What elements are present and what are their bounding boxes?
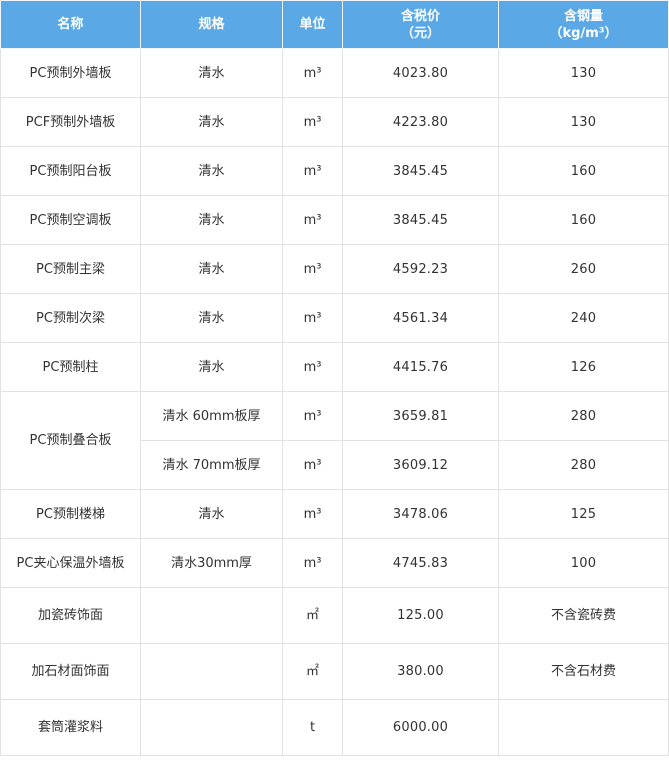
cell-name: PC预制外墙板 <box>0 48 141 98</box>
table-row: PC预制阳台板 清水 m³ 3845.45 160 <box>0 146 669 196</box>
cell-steel: 100 <box>498 538 669 588</box>
cell-steel: 125 <box>498 489 669 539</box>
header-price-title: 含税价 <box>400 8 440 24</box>
cell-spec: 清水 60mm板厚 <box>140 391 283 441</box>
cell-unit: t <box>282 699 343 756</box>
cell-spec <box>140 587 283 644</box>
cell-name: PC预制次梁 <box>0 293 141 343</box>
cell-spec <box>140 643 283 700</box>
cell-price: 6000.00 <box>342 699 499 756</box>
cell-name: PC预制楼梯 <box>0 489 141 539</box>
cell-name-merged: PC预制叠合板 <box>0 391 141 490</box>
table-row: PC预制主梁 清水 m³ 4592.23 260 <box>0 244 669 294</box>
cell-steel: 260 <box>498 244 669 294</box>
cell-price: 4223.80 <box>342 97 499 147</box>
cell-unit: m³ <box>282 538 343 588</box>
cell-price: 4023.80 <box>342 48 499 98</box>
cell-steel: 130 <box>498 48 669 98</box>
table-row: 套筒灌浆料 t 6000.00 <box>0 699 669 756</box>
cell-name: PC预制阳台板 <box>0 146 141 196</box>
table-row: 加石材面饰面 ㎡ 380.00 不含石材费 <box>0 643 669 700</box>
table-row: PC夹心保温外墙板 清水30mm厚 m³ 4745.83 100 <box>0 538 669 588</box>
cell-steel: 不含石材费 <box>498 643 669 700</box>
cell-price: 125.00 <box>342 587 499 644</box>
cell-name: PC预制主梁 <box>0 244 141 294</box>
cell-spec: 清水 <box>140 489 283 539</box>
header-price: 含税价 （元） <box>342 0 499 49</box>
table-row: 加瓷砖饰面 ㎡ 125.00 不含瓷砖费 <box>0 587 669 644</box>
cell-steel: 280 <box>498 440 669 490</box>
cell-steel: 280 <box>498 391 669 441</box>
cell-name: 套筒灌浆料 <box>0 699 141 756</box>
cell-spec: 清水 <box>140 342 283 392</box>
table-row: PCF预制外墙板 清水 m³ 4223.80 130 <box>0 97 669 147</box>
cell-price: 4561.34 <box>342 293 499 343</box>
cell-spec: 清水 <box>140 48 283 98</box>
header-row: 名称 规格 单位 含税价 （元） 含钢量 （kg/m³） <box>0 0 669 49</box>
cell-spec: 清水 <box>140 97 283 147</box>
cell-steel <box>498 699 669 756</box>
cell-unit: m³ <box>282 244 343 294</box>
cell-name: 加瓷砖饰面 <box>0 587 141 644</box>
header-unit: 单位 <box>282 0 343 49</box>
cell-price: 3478.06 <box>342 489 499 539</box>
cell-name: PC夹心保温外墙板 <box>0 538 141 588</box>
table-row: PC预制空调板 清水 m³ 3845.45 160 <box>0 195 669 245</box>
cell-steel: 130 <box>498 97 669 147</box>
cell-unit: m³ <box>282 489 343 539</box>
cell-price: 3659.81 <box>342 391 499 441</box>
header-steel-title: 含钢量 <box>563 8 603 24</box>
cell-price: 3609.12 <box>342 440 499 490</box>
cell-unit: m³ <box>282 391 343 441</box>
table-row: PC预制次梁 清水 m³ 4561.34 240 <box>0 293 669 343</box>
cell-spec: 清水 70mm板厚 <box>140 440 283 490</box>
cell-price: 4415.76 <box>342 342 499 392</box>
cell-steel: 160 <box>498 146 669 196</box>
table-row: PC预制楼梯 清水 m³ 3478.06 125 <box>0 489 669 539</box>
cell-spec: 清水30mm厚 <box>140 538 283 588</box>
table-header: 名称 规格 单位 含税价 （元） 含钢量 （kg/m³） <box>0 0 669 49</box>
cell-unit: m³ <box>282 342 343 392</box>
cell-unit: m³ <box>282 293 343 343</box>
cell-unit: ㎡ <box>282 587 343 644</box>
cell-price: 4745.83 <box>342 538 499 588</box>
cell-price: 380.00 <box>342 643 499 700</box>
header-spec: 规格 <box>140 0 283 49</box>
table-row: PC预制叠合板 清水 60mm板厚 m³ 3659.81 280 <box>0 391 669 490</box>
header-steel: 含钢量 （kg/m³） <box>498 0 669 49</box>
cell-price: 3845.45 <box>342 146 499 196</box>
table-row: PC预制外墙板 清水 m³ 4023.80 130 <box>0 48 669 98</box>
cell-spec <box>140 699 283 756</box>
cell-spec: 清水 <box>140 293 283 343</box>
cell-unit: m³ <box>282 440 343 490</box>
cell-spec: 清水 <box>140 244 283 294</box>
cell-steel: 126 <box>498 342 669 392</box>
cell-spec: 清水 <box>140 146 283 196</box>
cell-steel: 160 <box>498 195 669 245</box>
cell-spec: 清水 <box>140 195 283 245</box>
cell-unit: ㎡ <box>282 643 343 700</box>
cell-unit: m³ <box>282 48 343 98</box>
cell-unit: m³ <box>282 97 343 147</box>
header-price-unit: （元） <box>400 25 440 41</box>
cell-name: PC预制柱 <box>0 342 141 392</box>
table-row: PC预制柱 清水 m³ 4415.76 126 <box>0 342 669 392</box>
header-steel-unit: （kg/m³） <box>549 25 618 41</box>
table-body: PC预制外墙板 清水 m³ 4023.80 130 PCF预制外墙板 清水 m³… <box>0 48 669 756</box>
cell-steel: 240 <box>498 293 669 343</box>
cell-price: 4592.23 <box>342 244 499 294</box>
cell-name: PC预制空调板 <box>0 195 141 245</box>
cell-unit: m³ <box>282 146 343 196</box>
cell-unit: m³ <box>282 195 343 245</box>
cell-name: 加石材面饰面 <box>0 643 141 700</box>
header-name: 名称 <box>0 0 141 49</box>
cell-price: 3845.45 <box>342 195 499 245</box>
price-table: 名称 规格 单位 含税价 （元） 含钢量 （kg/m³） PC预制外墙板 清水 … <box>0 0 669 756</box>
cell-steel: 不含瓷砖费 <box>498 587 669 644</box>
cell-name: PCF预制外墙板 <box>0 97 141 147</box>
